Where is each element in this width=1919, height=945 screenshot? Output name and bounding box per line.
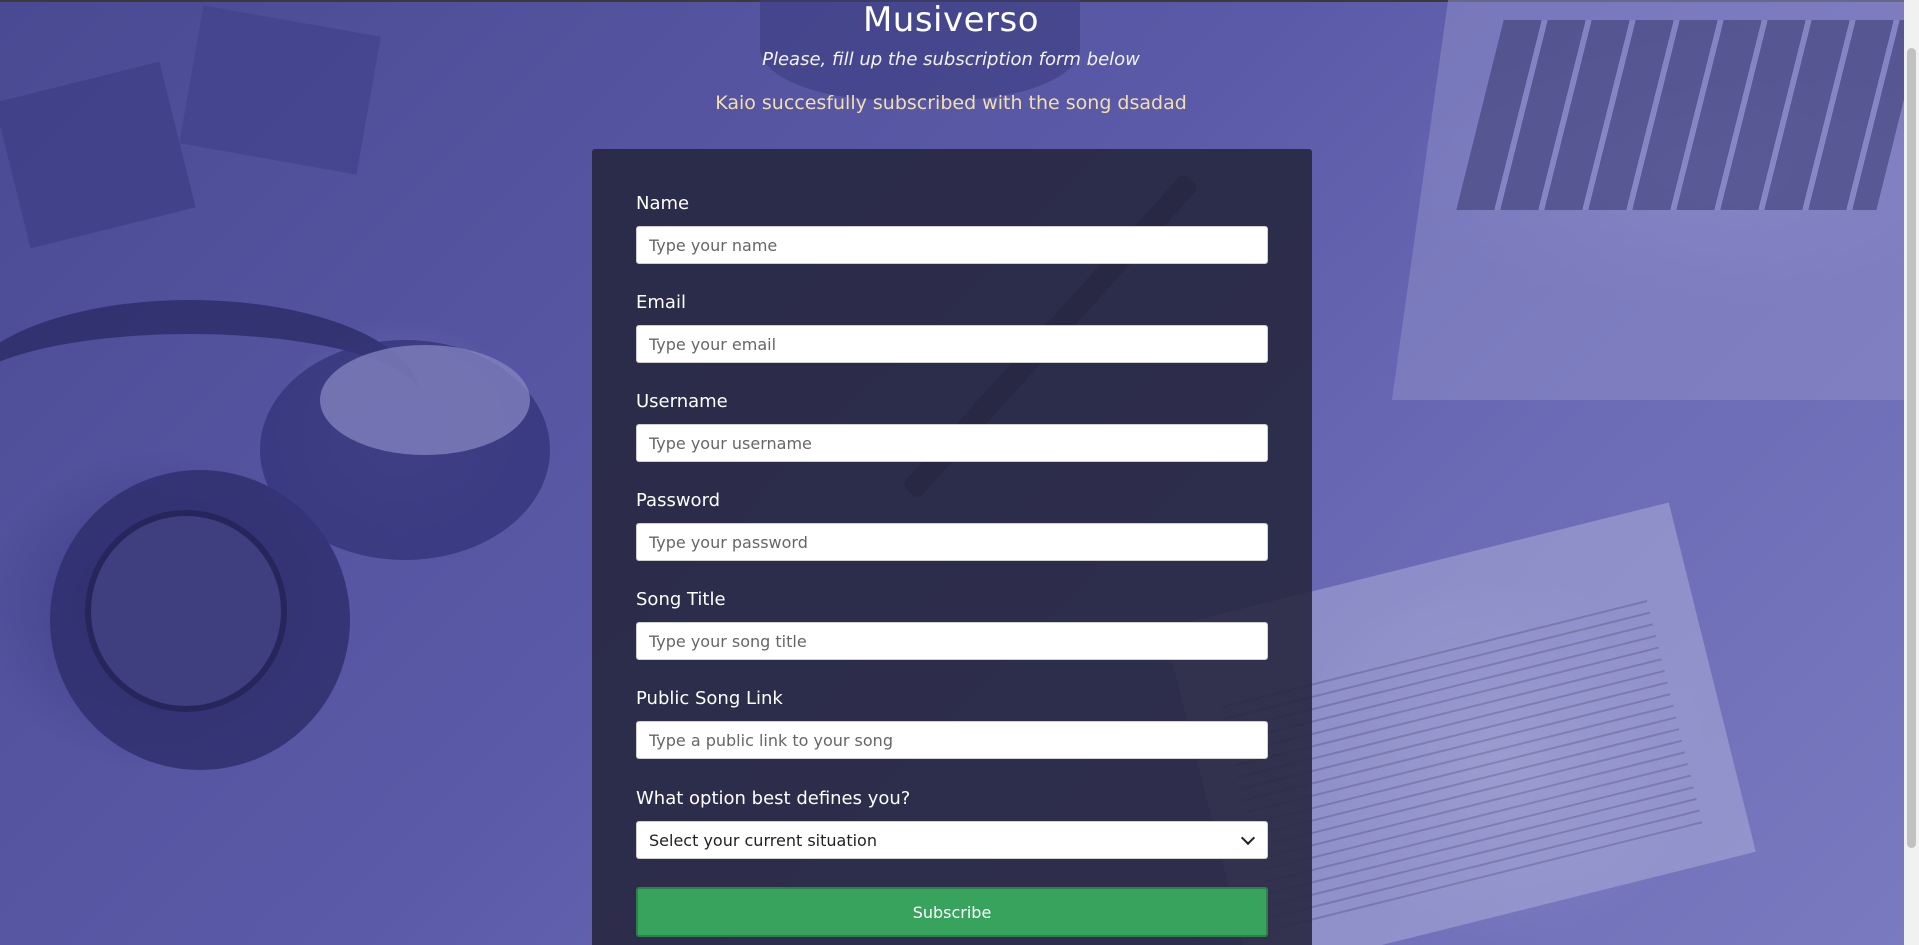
subscribe-button[interactable]: Subscribe	[636, 887, 1268, 937]
username-label: Username	[636, 391, 728, 412]
situation-label: What option best defines you?	[636, 788, 911, 809]
song-link-input[interactable]	[636, 721, 1268, 759]
success-message: Kaio succesfully subscribed with the son…	[715, 92, 1187, 114]
background-block	[0, 61, 196, 249]
background-headphone-cap	[320, 345, 530, 455]
username-input[interactable]	[636, 424, 1268, 462]
situation-select[interactable]: Select your current situation	[636, 821, 1268, 859]
password-label: Password	[636, 490, 721, 511]
site-subtitle: Please, fill up the subscription form be…	[762, 49, 1140, 70]
name-label: Name	[636, 193, 690, 214]
chevron-down-icon	[1240, 830, 1256, 845]
password-input[interactable]	[636, 523, 1268, 561]
page-background: Musiverso Please, fill up the subscripti…	[0, 0, 1919, 945]
subscription-form: Name Email Username Password Song Title …	[592, 149, 1312, 945]
situation-selected-value: Select your current situation	[649, 830, 877, 850]
email-input[interactable]	[636, 325, 1268, 363]
name-input[interactable]	[636, 226, 1268, 264]
song-title-input[interactable]	[636, 622, 1268, 660]
email-label: Email	[636, 292, 686, 313]
scrollbar-thumb[interactable]	[1907, 48, 1916, 848]
song-link-label: Public Song Link	[636, 688, 783, 709]
song-title-label: Song Title	[636, 589, 726, 610]
site-title: Musiverso	[862, 0, 1040, 40]
background-headphone-cup	[85, 510, 287, 712]
